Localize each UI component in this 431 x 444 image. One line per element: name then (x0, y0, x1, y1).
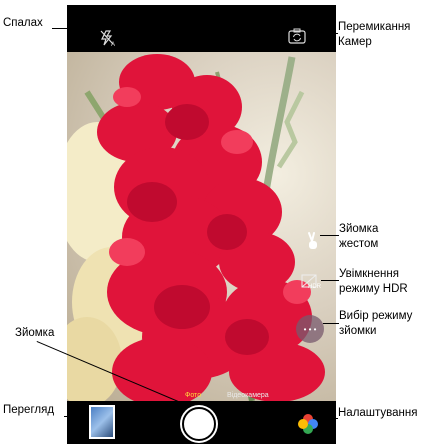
label-preview: Перегляд (3, 404, 55, 416)
hdr-icon (301, 274, 317, 288)
mode-photo[interactable]: Фото (185, 392, 201, 399)
label-mode-1: Вибір режиму (339, 310, 413, 322)
gallery-thumbnail[interactable] (89, 405, 115, 439)
callout-line-preview (64, 416, 86, 417)
label-flash: Спалах (3, 17, 43, 29)
callout-line-settings (322, 418, 338, 419)
label-settings: Налаштування (338, 407, 418, 419)
top-bar: A (67, 5, 336, 52)
callout-line-gesture (320, 235, 339, 236)
label-mode-2: зйомки (339, 325, 377, 337)
flash-button[interactable]: A (97, 27, 119, 49)
label-hdr-1: Увімкнення (339, 268, 399, 280)
label-gesture-2: жестом (339, 238, 379, 250)
label-shoot: Зйомка (15, 327, 55, 339)
bottom-bar (67, 401, 336, 444)
callout-line-hdr (321, 280, 339, 281)
label-gesture-1: Зйомка (339, 223, 379, 235)
switch-camera-button[interactable] (285, 25, 309, 47)
viewfinder[interactable]: HDR • • • Фото Відеокамера (67, 52, 336, 401)
callout-line-flash (52, 28, 68, 29)
shutter-button[interactable] (182, 407, 216, 441)
gesture-button[interactable] (303, 230, 323, 252)
label-hdr-2: режиму HDR (339, 283, 408, 295)
label-switch-camera-1: Перемикання (338, 21, 411, 33)
gladiolus-photo (67, 54, 325, 401)
hdr-text: HDR (308, 284, 321, 290)
mode-video[interactable]: Відеокамера (227, 392, 269, 399)
hdr-toggle[interactable]: HDR (299, 272, 323, 294)
callout-line-mode (323, 323, 339, 324)
camera-screen: A HDR • • • Фото Відеокамера (67, 5, 336, 444)
label-switch-camera-2: Камер (338, 36, 372, 48)
svg-text:A: A (111, 42, 115, 47)
more-dots-icon: • • • (303, 324, 317, 334)
v-gesture-icon (308, 232, 317, 249)
callout-line-switch (309, 33, 338, 34)
flash-auto-icon: A (100, 30, 115, 47)
switch-camera-icon (288, 28, 306, 44)
settings-button[interactable] (295, 411, 321, 437)
mode-select-button[interactable]: • • • (296, 315, 324, 343)
google-photos-pinwheel-icon (298, 414, 318, 434)
